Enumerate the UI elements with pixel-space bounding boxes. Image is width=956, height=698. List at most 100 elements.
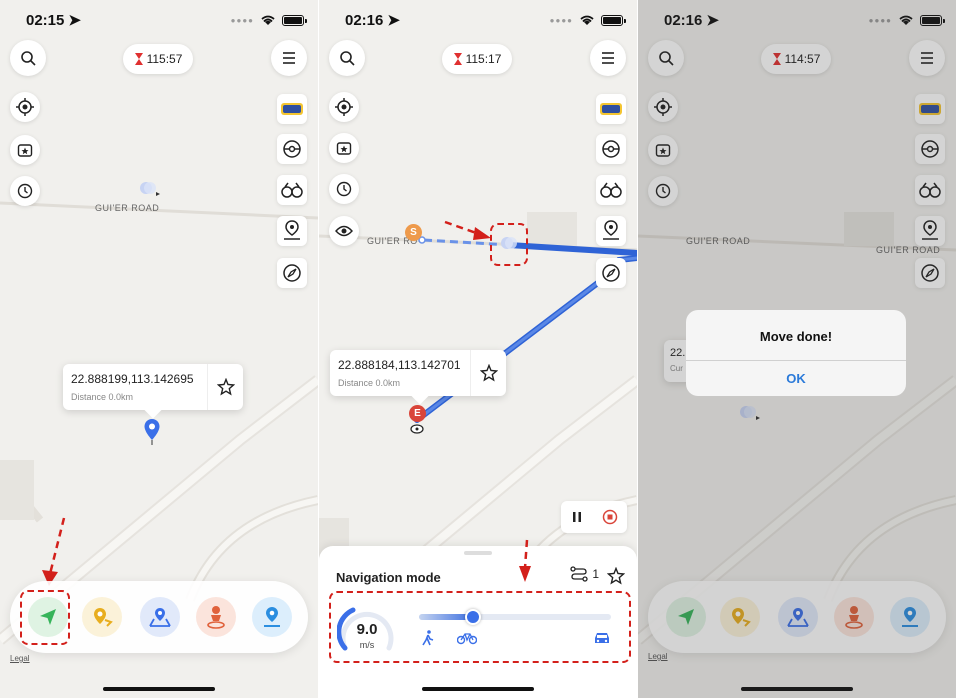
timer-badge[interactable]: 115:17 [442,44,512,74]
hourglass-icon [453,53,462,65]
route-pin-button[interactable] [596,216,626,246]
screenshot-collage: 02:15 ➤ ●●●● 115:57 GUI'ER ROAD 22.88819… [0,0,956,698]
favorites-button[interactable] [329,133,359,163]
signal-icon: ●●●● [230,15,254,25]
history-button[interactable] [10,176,40,206]
panel-divider [637,0,638,698]
search-icon [340,51,355,66]
compass-button[interactable] [596,258,626,288]
pause-icon[interactable] [570,510,584,524]
wifi-icon [580,15,594,25]
locate-button[interactable] [10,92,40,122]
jump-icon [94,608,113,627]
location-arrow-icon: ➤ [387,12,400,29]
panel-divider [318,0,319,698]
search-icon [21,51,36,66]
home-indicator [103,687,215,691]
favorites-icon [336,142,352,155]
pokemon-go-button[interactable] [277,94,307,124]
end-point-dot [410,424,424,434]
panel-map-home: 02:15 ➤ ●●●● 115:57 GUI'ER ROAD 22.88819… [0,0,318,698]
pokeball-icon [283,140,301,158]
status-icons: ●●●● [230,14,307,26]
menu-button[interactable] [271,40,307,76]
annotation-arrow [444,220,491,240]
star-icon [479,364,498,382]
search-button[interactable] [329,40,365,76]
route-playback-controls [561,501,627,533]
binoculars-icon [600,182,622,198]
signal-icon: ●●●● [549,15,573,25]
menu-icon [602,52,614,64]
wifi-icon [261,15,275,25]
locate-icon [335,98,353,116]
location-pin-marker [144,419,160,445]
timer-text: 115:17 [465,52,502,66]
eye-icon [335,225,353,237]
pokemon-go-button[interactable] [596,94,626,124]
coordinate-card[interactable]: 22.888184,113.142701 Distance 0.0km [330,350,506,396]
road-label: GUI'ER ROAD [95,203,160,213]
compass-icon [283,264,301,282]
compass-icon [602,264,620,282]
compass-button[interactable] [277,258,307,288]
annotation-highlight-box [329,591,631,663]
favorites-button[interactable] [10,135,40,165]
history-icon [17,183,33,199]
jump-mode-button[interactable] [82,597,122,637]
history-icon [336,181,352,197]
sheet-grabber[interactable] [464,551,492,555]
coordinate-text: 22.888199,113.142695 [71,372,194,386]
favorite-star-button[interactable] [470,350,506,396]
route-pin-button[interactable] [277,216,307,246]
pokeball-button[interactable] [277,134,307,164]
binoculars-button[interactable] [277,175,307,205]
history-button[interactable] [329,174,359,204]
alert-ok-button[interactable]: OK [686,360,906,396]
binoculars-button[interactable] [596,175,626,205]
user-location-marker [140,182,160,196]
distance-text: Distance 0.0km [338,378,401,388]
battery-icon [601,14,626,26]
route-pin-icon [603,220,619,240]
multi-stop-mode-button[interactable] [140,597,180,637]
status-time-text: 02:16 [345,11,384,29]
route-pin-icon [284,220,300,240]
move-done-alert: Move done! OK [686,310,906,396]
route-count-button[interactable]: 1 [570,566,599,582]
panel-move-done: 02:16 ➤ ●●●● 114:57 GUI'ER ROAD GUI'ER R… [638,0,956,698]
timer-badge[interactable]: 115:57 [123,44,193,74]
distance-text: Distance 0.0km [71,392,134,402]
panel-navigation: 02:16 ➤ ●●●● 115:17 GUI'ER RO S 22.88818… [319,0,637,698]
search-button[interactable] [10,40,46,76]
route-end-marker: E [409,405,426,422]
pokeball-button[interactable] [596,134,626,164]
star-icon [216,378,235,396]
annotation-arrow [42,517,66,586]
pokemon-go-icon [600,103,622,115]
visibility-button[interactable] [329,216,359,246]
star-icon[interactable] [607,567,625,585]
menu-button[interactable] [590,40,626,76]
status-time: 02:15 ➤ [26,11,81,30]
one-stop-icon [264,607,280,627]
location-arrow-icon: ➤ [68,12,81,29]
coordinate-card[interactable]: 22.888199,113.142695 Distance 0.0km [63,364,243,410]
status-time-text: 02:15 [26,11,65,29]
status-bar: 02:15 ➤ ●●●● [0,0,318,40]
joystick-mode-button[interactable] [196,597,236,637]
route-toggle-icon [570,566,588,582]
joystick-icon [207,606,225,629]
one-stop-mode-button[interactable] [252,597,292,637]
legal-link[interactable]: Legal [10,654,30,663]
route-count-text: 1 [592,567,599,581]
favorite-star-button[interactable] [207,364,243,410]
locate-button[interactable] [329,92,359,122]
annotation-highlight-box [20,590,70,645]
stop-icon[interactable] [602,509,618,525]
route-start-marker: S [405,224,422,241]
favorites-icon [17,144,33,157]
locate-icon [16,98,34,116]
binoculars-icon [281,182,303,198]
status-time: 02:16 ➤ [345,11,400,30]
